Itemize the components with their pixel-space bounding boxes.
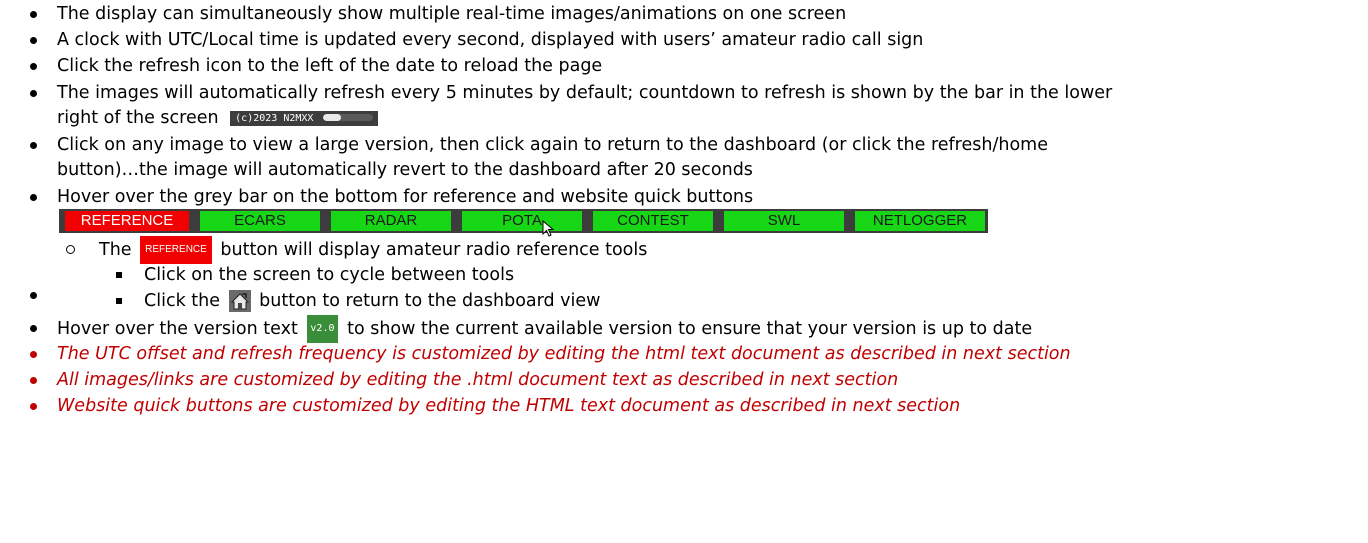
contest-button[interactable]: CONTEST (593, 211, 713, 231)
bullet-text: Click the refresh icon to the left of th… (57, 56, 603, 76)
version-badge: v2.0 (307, 315, 338, 343)
bullet-dot (30, 142, 37, 149)
bullet-dot (30, 194, 37, 201)
bullet-text: All images/links are customized by editi… (57, 370, 899, 390)
bullet-dot (30, 90, 37, 97)
bullet-dot (30, 377, 37, 384)
bullet-text: right of the screen (c)2023 N2MXX (57, 105, 379, 131)
refresh-countdown-fill (323, 114, 341, 121)
bullet-text: Website quick buttons are customized by … (57, 396, 961, 416)
bullet-dot (30, 37, 37, 44)
refresh-countdown-track (323, 114, 374, 121)
sub-sub-item-text: Click on the screen to cycle between too… (144, 265, 515, 285)
sub-item-text: The REFERENCE button will display amateu… (99, 236, 647, 264)
bullet-text: The display can simultaneously show mult… (57, 4, 847, 24)
bullet-text: The UTC offset and refresh frequency is … (57, 344, 1071, 364)
bullet-dot (30, 325, 37, 332)
bullet-text: A clock with UTC/Local time is updated e… (57, 30, 924, 50)
radar-button[interactable]: RADAR (331, 211, 451, 231)
bullet-dot (30, 351, 37, 358)
bullet-text: The images will automatically refresh ev… (57, 83, 1113, 103)
reference-button[interactable]: REFERENCE (65, 211, 189, 231)
bullet-text-part: right of the screen (57, 108, 219, 128)
bullet-dot (30, 63, 37, 70)
bullet-text-part: to show the current available version to… (347, 319, 1033, 339)
bullet-dot (30, 292, 37, 299)
reference-inline-button: REFERENCE (140, 236, 212, 264)
sub-item-text-part: The (99, 240, 132, 260)
ecars-button[interactable]: ECARS (200, 211, 320, 231)
swl-button[interactable]: SWL (724, 211, 844, 231)
square-bullet (116, 272, 122, 278)
home-icon (228, 290, 251, 312)
sub-sub-item-text-part: Click the (144, 291, 220, 311)
sub-item-text-part: button will display amateur radio refere… (220, 240, 648, 260)
quick-button-bar: REFERENCE ECARS RADAR POTA CONTEST SWL N… (59, 209, 988, 233)
pota-button[interactable]: POTA (462, 211, 582, 231)
bullet-dot (30, 403, 37, 410)
sub-sub-item-text: Click the button to return to the dashbo… (144, 288, 600, 314)
bullet-text: button)…the image will automatically rev… (57, 160, 753, 180)
bullet-text: Click on any image to view a large versi… (57, 135, 1048, 155)
circle-bullet (66, 245, 75, 254)
bullet-text: Hover over the grey bar on the bottom fo… (57, 187, 754, 207)
copyright-callsign: (c)2023 N2MXX (235, 112, 314, 124)
square-bullet (116, 298, 122, 304)
bullet-text-part: Hover over the version text (57, 319, 298, 339)
sub-sub-item-text-part: button to return to the dashboard view (259, 291, 601, 311)
clock-countdown-bar: (c)2023 N2MXX (230, 110, 379, 126)
bullet-dot (30, 11, 37, 18)
netlogger-button[interactable]: NETLOGGER (855, 211, 985, 231)
bullet-text: Hover over the version text v2.0 to show… (57, 315, 1032, 343)
